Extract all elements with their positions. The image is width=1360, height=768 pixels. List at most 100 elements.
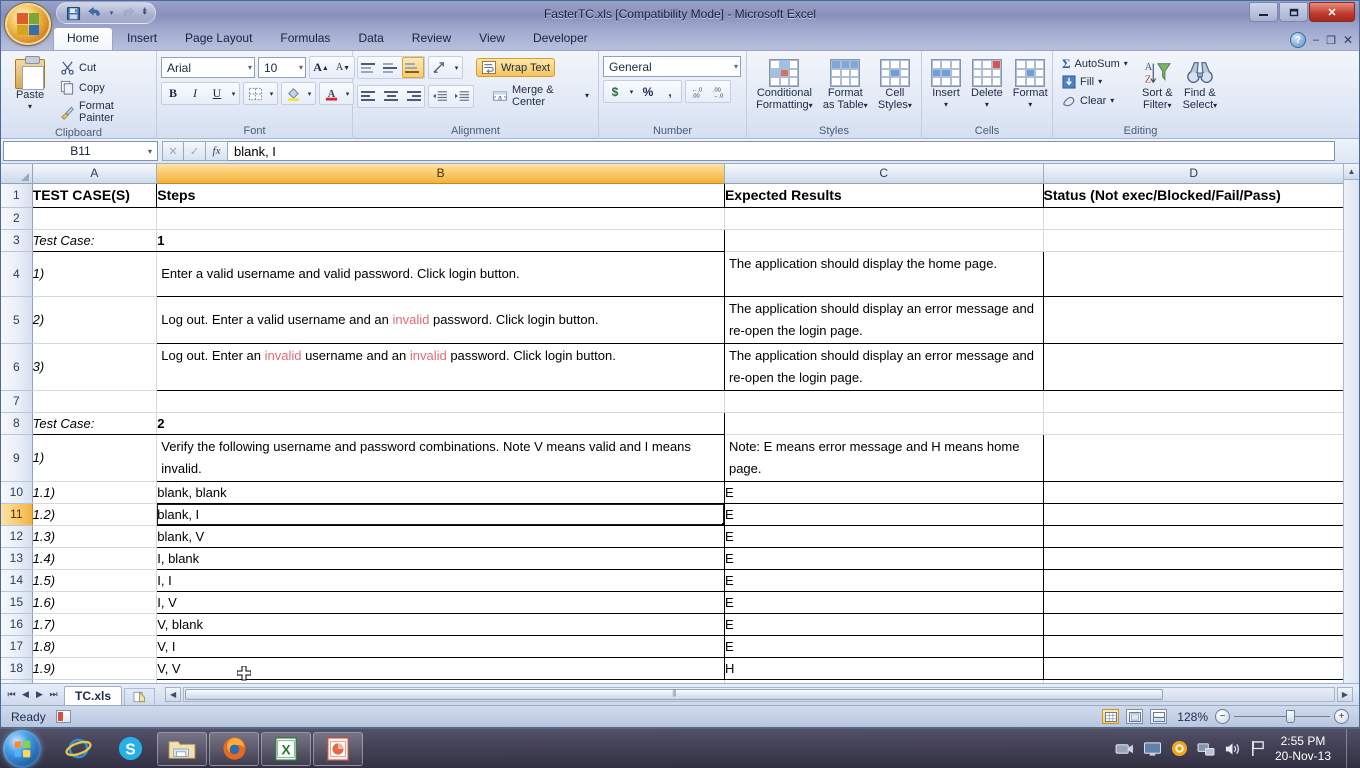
cancel-formula-button[interactable]: ✕ (162, 141, 184, 161)
decrease-indent-button[interactable] (429, 86, 451, 107)
network-icon[interactable] (1197, 741, 1215, 757)
italic-button[interactable]: I (184, 83, 206, 104)
hscroll-left-button[interactable]: ◀ (165, 687, 182, 702)
projector-icon[interactable] (1115, 741, 1134, 757)
view-page-break-button[interactable] (1150, 709, 1167, 724)
cell-a8[interactable]: Test Case: (32, 411, 158, 435)
hscroll-thumb[interactable] (185, 689, 1163, 700)
column-header-d[interactable]: D (1043, 164, 1345, 184)
sort-and-filter-button[interactable]: AZ Sort & Filter▾ (1137, 56, 1178, 115)
cell-c14[interactable]: E (723, 568, 1044, 592)
cell-d4[interactable] (1042, 250, 1345, 297)
taskbar-item-microsoft-excel[interactable]: X (261, 731, 311, 766)
cell-c4[interactable]: The application should display the home … (723, 250, 1044, 297)
decrease-decimal-button[interactable]: .00 →.0 (708, 81, 730, 102)
help-icon[interactable]: ? (1289, 32, 1306, 48)
cell-a4[interactable]: 1) (32, 251, 158, 297)
cell-a9[interactable]: 1) (32, 434, 158, 482)
align-top-button[interactable] (358, 57, 380, 78)
update-icon[interactable] (1171, 740, 1188, 757)
find-select-dropdown-arrow-icon[interactable]: ▾ (1213, 101, 1217, 110)
row-header-6[interactable]: 6 (1, 343, 33, 391)
undo-button[interactable] (85, 4, 105, 22)
cell-d9[interactable] (1042, 433, 1345, 482)
view-page-layout-button[interactable] (1126, 709, 1143, 724)
horizontal-scrollbar[interactable]: ◀ ▶ (165, 687, 1353, 703)
conditional-formatting-button[interactable]: Conditional Formatting▾ (751, 56, 818, 115)
cell-d8[interactable] (1043, 412, 1345, 435)
row-header-13[interactable]: 13 (1, 547, 33, 570)
cell-c7[interactable] (724, 390, 1044, 413)
tab-view[interactable]: View (465, 27, 519, 50)
accounting-format-button[interactable]: $ (604, 81, 626, 102)
merge-dropdown-arrow-icon[interactable]: ▾ (585, 90, 589, 102)
cell-a7[interactable] (32, 390, 158, 413)
font-color-icon[interactable]: A (320, 83, 342, 104)
row-header-5[interactable]: 5 (1, 296, 33, 344)
fill-handle[interactable] (721, 522, 724, 524)
taskbar-clock[interactable]: 2:55 PM 20-Nov-13 (1275, 734, 1337, 764)
cell-d17[interactable] (1042, 634, 1345, 658)
cell-b18[interactable]: V, V (156, 656, 725, 680)
row-header-4[interactable]: 4 (1, 251, 33, 297)
increase-indent-button[interactable] (451, 86, 473, 107)
cell-d3[interactable] (1043, 229, 1345, 252)
start-button[interactable] (3, 729, 41, 768)
cell-b12[interactable]: blank, V (156, 524, 725, 548)
cell-a3[interactable]: Test Case: (32, 228, 158, 252)
cell-b9[interactable]: Verify the following username and passwo… (156, 433, 725, 482)
hscroll-track[interactable] (183, 687, 1335, 702)
cell-a17[interactable]: 1.8) (32, 635, 158, 658)
volume-icon[interactable] (1224, 741, 1241, 757)
cell-b19[interactable] (156, 679, 725, 683)
cell-c5[interactable]: The application should display an error … (723, 295, 1044, 344)
row-header-3[interactable]: 3 (1, 229, 33, 252)
cell-d13[interactable] (1042, 546, 1345, 570)
cell-c13[interactable]: E (723, 546, 1044, 570)
cell-a19[interactable] (32, 679, 158, 683)
column-header-c[interactable]: C (724, 164, 1044, 184)
format-as-table-dropdown-arrow-icon[interactable]: ▾ (864, 101, 868, 110)
window-close-button[interactable]: ✕ (1309, 2, 1355, 22)
fill-color-control[interactable]: ▾ (281, 82, 316, 105)
cell-d10[interactable] (1042, 480, 1345, 504)
cell-d14[interactable] (1042, 568, 1345, 592)
taskbar-item-windows-explorer[interactable] (157, 731, 207, 766)
cell-b17[interactable]: V, I (156, 634, 725, 658)
cell-c12[interactable]: E (723, 524, 1044, 548)
paste-dropdown-arrow-icon[interactable]: ▾ (28, 101, 32, 113)
wrap-text-button[interactable]: Wrap Text (476, 58, 556, 77)
cell-b10[interactable]: blank, blank (156, 480, 725, 504)
font-size-combo[interactable]: 10 ▾ (258, 57, 306, 78)
hscroll-right-button[interactable]: ▶ (1337, 687, 1353, 702)
tab-formulas[interactable]: Formulas (266, 27, 344, 50)
row-header-1[interactable]: 1 (1, 183, 33, 208)
delete-dropdown-arrow-icon[interactable]: ▾ (985, 99, 989, 111)
cell-d18[interactable] (1042, 656, 1345, 680)
clear-dropdown-arrow-icon[interactable]: ▾ (1110, 95, 1114, 107)
zoom-slider-track[interactable] (1234, 710, 1330, 723)
copy-button[interactable]: Copy (55, 78, 152, 97)
cell-c16[interactable]: E (723, 612, 1044, 636)
conditional-formatting-dropdown-arrow-icon[interactable]: ▾ (809, 101, 813, 110)
tab-review[interactable]: Review (398, 27, 465, 50)
tab-home[interactable]: Home (53, 27, 114, 50)
customize-quick-access-toolbar-button[interactable]: ⇟ (141, 6, 157, 17)
underline-button[interactable]: U (206, 83, 228, 104)
cell-d6[interactable] (1042, 342, 1345, 391)
tab-developer[interactable]: Developer (519, 27, 602, 50)
accounting-dropdown-arrow-icon[interactable]: ▾ (626, 81, 637, 102)
cell-c3[interactable] (724, 229, 1044, 252)
align-left-button[interactable] (358, 86, 380, 107)
format-painter-button[interactable]: Format Painter (55, 98, 152, 126)
scroll-up-button[interactable]: ▲ (1344, 164, 1359, 180)
tab-data[interactable]: Data (344, 27, 397, 50)
next-sheet-button[interactable]: ▶ (33, 689, 46, 700)
cell-a12[interactable]: 1.3) (32, 525, 158, 548)
delete-cells-button[interactable]: Delete ▾ (966, 56, 1008, 114)
taskbar-item-skype[interactable]: S (105, 732, 155, 766)
cell-d7[interactable] (1043, 390, 1345, 413)
cell-b3[interactable]: 1 (156, 228, 725, 252)
cell-d16[interactable] (1042, 612, 1345, 636)
select-all-corner[interactable] (1, 164, 33, 184)
